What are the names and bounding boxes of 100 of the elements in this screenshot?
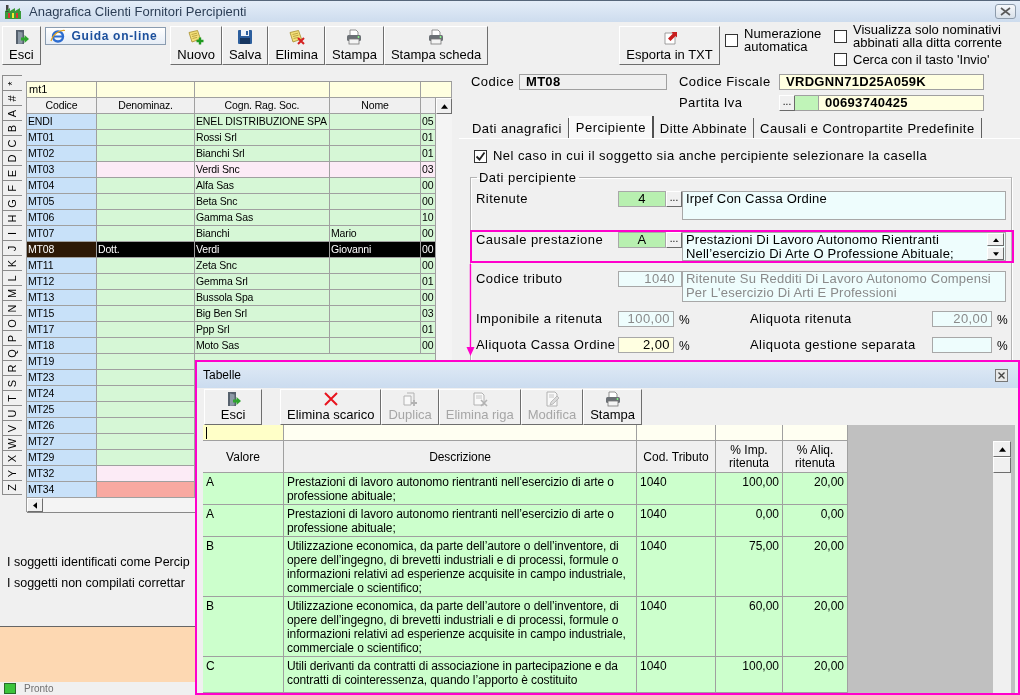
index-tab[interactable]: Z [2, 480, 22, 495]
index-tab[interactable]: E [2, 165, 22, 180]
lookup-button[interactable]: ... [666, 191, 682, 207]
scroll-up-button[interactable] [436, 98, 452, 114]
print-button[interactable]: Stampa scheda [383, 26, 489, 65]
scroll-thumb[interactable] [993, 457, 1011, 473]
filter-field[interactable]: mt1 [27, 82, 97, 98]
print-button[interactable]: Stampa [583, 389, 642, 425]
scroll-left-button[interactable] [27, 498, 43, 512]
remove-button[interactable]: Elimina scarico [280, 389, 382, 425]
index-tab[interactable]: R [2, 360, 22, 375]
table-cell: 75,00 [716, 537, 783, 597]
filter-field[interactable] [330, 82, 421, 98]
scroll-up-button[interactable] [993, 441, 1011, 457]
checkbox[interactable] [725, 33, 738, 47]
index-tab[interactable]: B [2, 120, 22, 135]
lookup-button[interactable]: ... [779, 95, 795, 111]
table-cell: Prestazioni di lavoro autonomo rientranti nell’esercizio di arte o professione abituale; [284, 505, 637, 537]
index-tab[interactable]: X [2, 450, 22, 465]
index-tab[interactable]: M [2, 285, 22, 300]
checkbox[interactable] [834, 53, 847, 66]
filter-field[interactable] [421, 82, 452, 98]
save-button[interactable]: Salva [221, 26, 269, 65]
column-header[interactable]: Descrizione [284, 441, 637, 473]
table-cell: 00 [421, 258, 436, 274]
index-tab[interactable]: G [2, 195, 22, 210]
filter-field[interactable] [97, 82, 195, 98]
table-cell: Prestazioni di lavoro autonomo rientranti nell’esercizio di arte o professione abituale; [284, 473, 637, 505]
checkbox[interactable] [834, 29, 847, 43]
column-header[interactable]: Denominaz. [97, 98, 195, 114]
print-button[interactable]: Stampa [325, 26, 384, 65]
code-field[interactable]: A [618, 232, 666, 248]
checkbox-label[interactable]: Visualizza solo nominativi abbinati alla ditta corrente [853, 23, 1020, 49]
column-header[interactable]: Cod. Tributo [637, 441, 716, 473]
checkbox-label[interactable]: Numerazione automatica [744, 27, 828, 53]
filter-field[interactable] [203, 425, 284, 441]
checkbox-label[interactable]: Nel caso in cui il soggetto sia anche percipiente selezionare la casella [493, 148, 928, 164]
table-cell: MT03 [27, 162, 97, 178]
table-cell: Dott. [97, 242, 195, 258]
column-header[interactable]: % Imp. ritenuta [716, 441, 783, 473]
index-tab[interactable]: A [2, 105, 22, 120]
close-button[interactable] [995, 4, 1016, 19]
column-header[interactable]: Codice [27, 98, 97, 114]
index-tab[interactable]: O [2, 315, 22, 330]
code-field[interactable]: MT08 [519, 74, 667, 90]
index-tab[interactable]: U [2, 405, 22, 420]
exit-button[interactable]: Esci [204, 389, 262, 425]
index-tab[interactable]: P [2, 330, 22, 345]
delete-button[interactable]: Elimina [268, 26, 326, 65]
index-tab[interactable]: # [2, 90, 22, 105]
help-button[interactable]: Guida on-line [44, 27, 167, 45]
index-tab[interactable]: W [2, 435, 22, 450]
index-tab[interactable]: V [2, 420, 22, 435]
code-field[interactable]: 4 [618, 191, 666, 207]
scrollbar[interactable] [993, 441, 1011, 693]
table-cell: 20,00 [783, 537, 848, 597]
column-header[interactable]: Nome [330, 98, 421, 114]
exit-button[interactable]: Esci [2, 26, 41, 65]
table-cell: 20,00 [783, 597, 848, 657]
table-cell: MT26 [27, 418, 97, 434]
index-tab[interactable]: D [2, 150, 22, 165]
index-tab[interactable]: L [2, 270, 22, 285]
field-label: Aliquota ritenuta [750, 311, 853, 327]
vat-number-field[interactable]: 00693740425 [818, 95, 984, 111]
checkbox[interactable] [474, 149, 487, 163]
filter-field[interactable] [783, 425, 848, 441]
filter-field[interactable] [284, 425, 637, 441]
tab[interactable]: Percipiente [568, 116, 654, 138]
field-label: Causale prestazione [476, 232, 605, 248]
export-button[interactable]: Esporta in TXT [619, 26, 720, 65]
filter-field[interactable] [195, 82, 330, 98]
table-cell: MT12 [27, 274, 97, 290]
index-tab[interactable]: N [2, 300, 22, 315]
close-button[interactable] [995, 368, 1008, 382]
column-header[interactable]: % Aliq. ritenuta [783, 441, 848, 473]
table-cell: Gemma Srl [195, 274, 330, 290]
printer-icon [428, 29, 445, 45]
index-tab[interactable]: J [2, 240, 22, 255]
table-cell: A [203, 473, 284, 505]
tax-code-field[interactable]: VRDGNN71D25A059K [779, 74, 984, 90]
index-tab[interactable]: S [2, 375, 22, 390]
index-tab[interactable]: I [2, 225, 22, 240]
unit-label: % [678, 338, 692, 355]
checkbox-label[interactable]: Cerca con il tasto 'Invio' [853, 53, 990, 66]
filter-field[interactable] [716, 425, 783, 441]
filter-field[interactable] [637, 425, 716, 441]
index-tab[interactable]: K [2, 255, 22, 270]
table-cell: Bussola Spa [195, 290, 330, 306]
column-header[interactable]: Valore [203, 441, 284, 473]
index-tab[interactable]: T [2, 390, 22, 405]
new-button[interactable]: Nuovo [170, 26, 222, 65]
index-tab[interactable]: Q [2, 345, 22, 360]
lookup-button[interactable]: ... [666, 232, 682, 248]
index-tab[interactable]: * [2, 75, 22, 90]
index-tab[interactable]: H [2, 210, 22, 225]
index-tab[interactable]: Y [2, 465, 22, 480]
amount-field[interactable]: 2,00 [618, 337, 674, 353]
index-tab[interactable]: C [2, 135, 22, 150]
column-header[interactable]: Cogn. Rag. Soc. [195, 98, 330, 114]
index-tab[interactable]: F [2, 180, 22, 195]
